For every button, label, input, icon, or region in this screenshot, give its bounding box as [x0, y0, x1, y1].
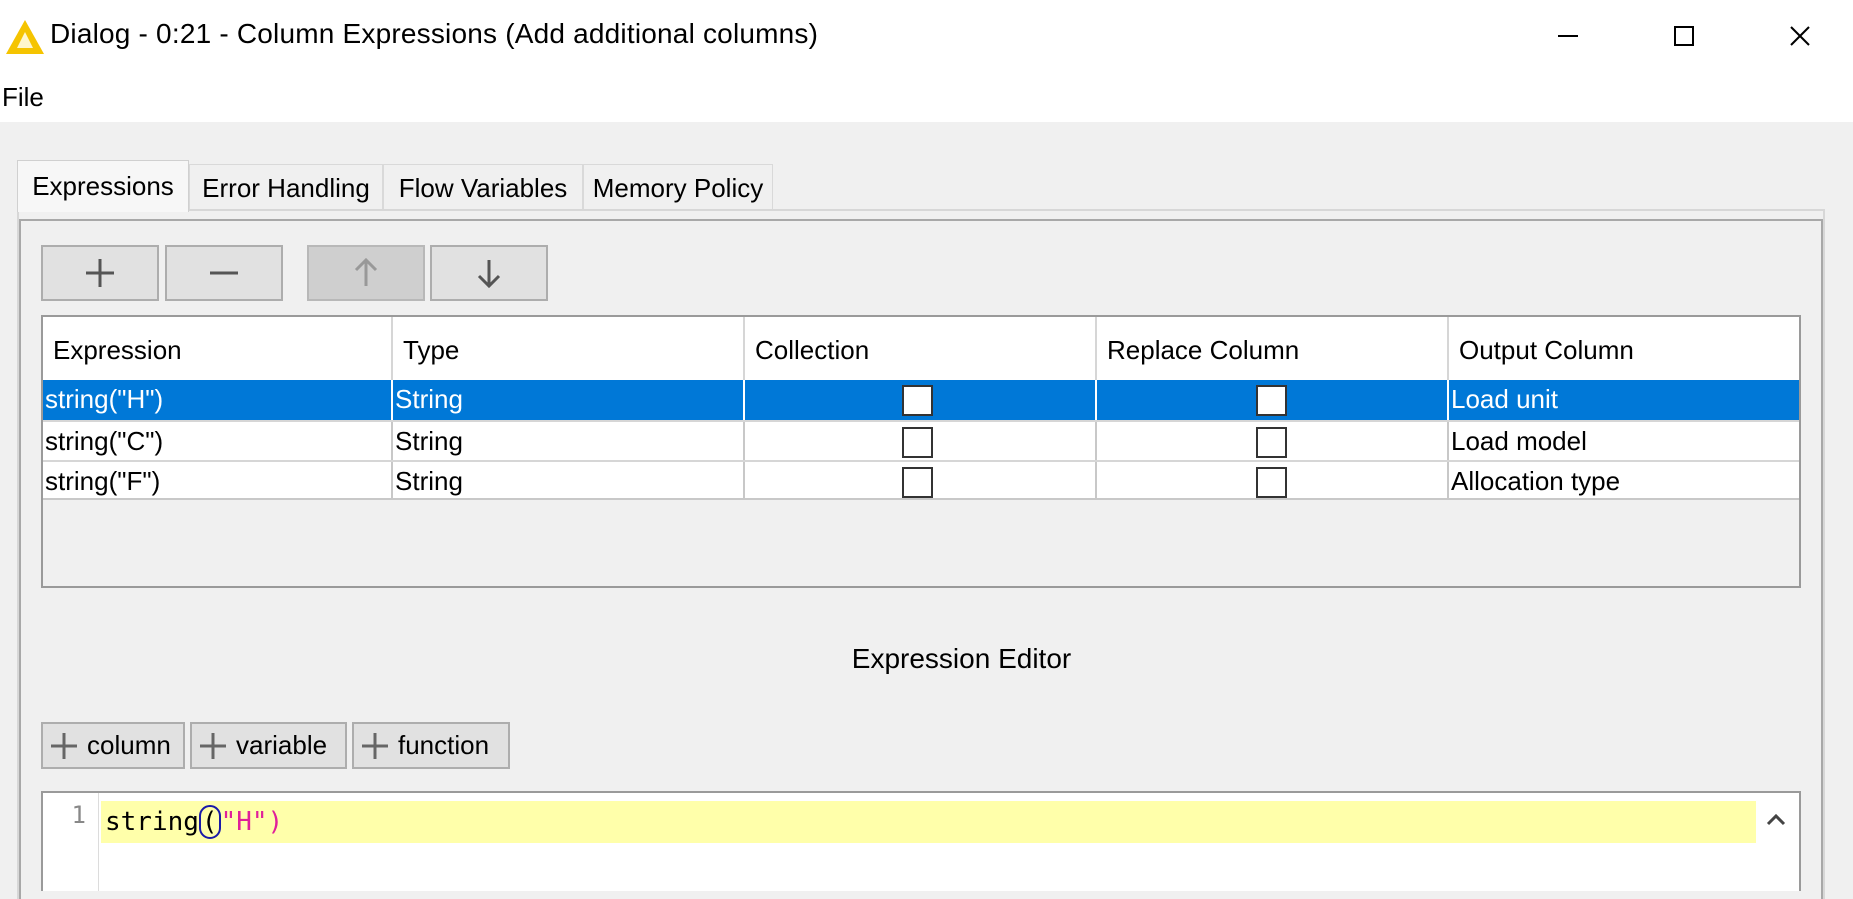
- table-row[interactable]: string("H") String Load unit: [43, 380, 1799, 420]
- arrow-down-icon: [477, 260, 501, 289]
- collection-checkbox[interactable]: [902, 427, 933, 458]
- add-variable-button[interactable]: variable: [190, 722, 347, 769]
- arrow-up-icon: [354, 257, 378, 286]
- code-string-literal: "H": [220, 807, 268, 837]
- cell-output-column[interactable]: Load model: [1449, 422, 1799, 460]
- close-button[interactable]: [1742, 0, 1853, 72]
- column-header-expression[interactable]: Expression: [43, 317, 393, 380]
- add-row-button[interactable]: [41, 245, 159, 301]
- column-header-output-column[interactable]: Output Column: [1449, 317, 1799, 380]
- tab-memory-policy[interactable]: Memory Policy: [583, 164, 773, 210]
- plus-icon: [200, 732, 226, 759]
- table-row[interactable]: string("F") String Allocation type: [43, 460, 1799, 500]
- cell-replace-column[interactable]: [1097, 422, 1449, 460]
- code-function-name: string: [105, 807, 199, 837]
- cell-expression[interactable]: string("C"): [43, 422, 393, 460]
- cell-replace-column[interactable]: [1097, 462, 1449, 498]
- replace-column-checkbox[interactable]: [1256, 467, 1287, 498]
- close-icon: [1790, 26, 1810, 46]
- add-function-button[interactable]: function: [352, 722, 510, 769]
- cell-collection[interactable]: [745, 462, 1097, 498]
- code-editor[interactable]: 1 string("H"): [41, 791, 1801, 891]
- expressions-table: Expression Type Collection Replace Colum…: [41, 315, 1801, 588]
- cell-type[interactable]: String: [393, 422, 745, 460]
- title-bar: Dialog - 0:21 - Column Expressions (Add …: [0, 0, 1853, 72]
- maximize-icon: [1674, 26, 1694, 46]
- minimize-button[interactable]: [1510, 0, 1626, 72]
- maximize-button[interactable]: [1626, 0, 1742, 72]
- column-header-type[interactable]: Type: [393, 317, 745, 380]
- replace-column-checkbox[interactable]: [1256, 427, 1287, 458]
- cell-expression[interactable]: string("H"): [43, 380, 393, 420]
- tab-flow-variables[interactable]: Flow Variables: [383, 164, 583, 210]
- column-header-collection[interactable]: Collection: [745, 317, 1097, 380]
- warning-triangle-icon: [6, 20, 44, 54]
- chevron-up-icon: [1766, 813, 1786, 826]
- plus-icon: [51, 732, 77, 759]
- move-up-button[interactable]: [307, 245, 425, 301]
- tab-expressions[interactable]: Expressions: [17, 160, 189, 212]
- code-close-paren: ): [267, 807, 284, 837]
- cell-type[interactable]: String: [393, 380, 745, 420]
- expression-editor-title: Expression Editor: [851, 643, 1072, 674]
- plus-icon: [362, 732, 388, 759]
- cell-output-column[interactable]: Load unit: [1449, 380, 1799, 420]
- line-number: 1: [71, 801, 86, 829]
- replace-column-checkbox[interactable]: [1256, 385, 1287, 416]
- cell-expression[interactable]: string("F"): [43, 462, 393, 498]
- menu-file[interactable]: File: [2, 82, 44, 113]
- scroll-up-button[interactable]: [1759, 803, 1793, 837]
- minimize-icon: [1558, 35, 1578, 37]
- add-column-button[interactable]: column: [41, 722, 185, 769]
- add-function-label: function: [398, 730, 490, 760]
- column-header-replace-column[interactable]: Replace Column: [1097, 317, 1449, 380]
- add-column-label: column: [87, 730, 171, 760]
- table-header: Expression Type Collection Replace Colum…: [43, 317, 1799, 380]
- minus-icon: [210, 271, 238, 275]
- add-variable-label: variable: [236, 730, 328, 760]
- line-number-gutter: 1: [43, 793, 99, 891]
- code-line-current[interactable]: string("H"): [101, 801, 1756, 843]
- window-title: Dialog - 0:21 - Column Expressions (Add …: [50, 18, 819, 49]
- collection-checkbox[interactable]: [902, 385, 933, 416]
- cell-output-column[interactable]: Allocation type: [1449, 462, 1799, 498]
- move-down-button[interactable]: [430, 245, 548, 301]
- cell-type[interactable]: String: [393, 462, 745, 498]
- table-row[interactable]: string("C") String Load model: [43, 420, 1799, 460]
- cell-collection[interactable]: [745, 422, 1097, 460]
- cell-collection[interactable]: [745, 380, 1097, 420]
- cell-replace-column[interactable]: [1097, 380, 1449, 420]
- collection-checkbox[interactable]: [902, 467, 933, 498]
- matching-paren: (: [198, 805, 221, 839]
- menu-bar: File: [0, 72, 1853, 122]
- tab-error-handling[interactable]: Error Handling: [189, 164, 383, 210]
- remove-row-button[interactable]: [165, 245, 283, 301]
- plus-icon: [86, 259, 114, 287]
